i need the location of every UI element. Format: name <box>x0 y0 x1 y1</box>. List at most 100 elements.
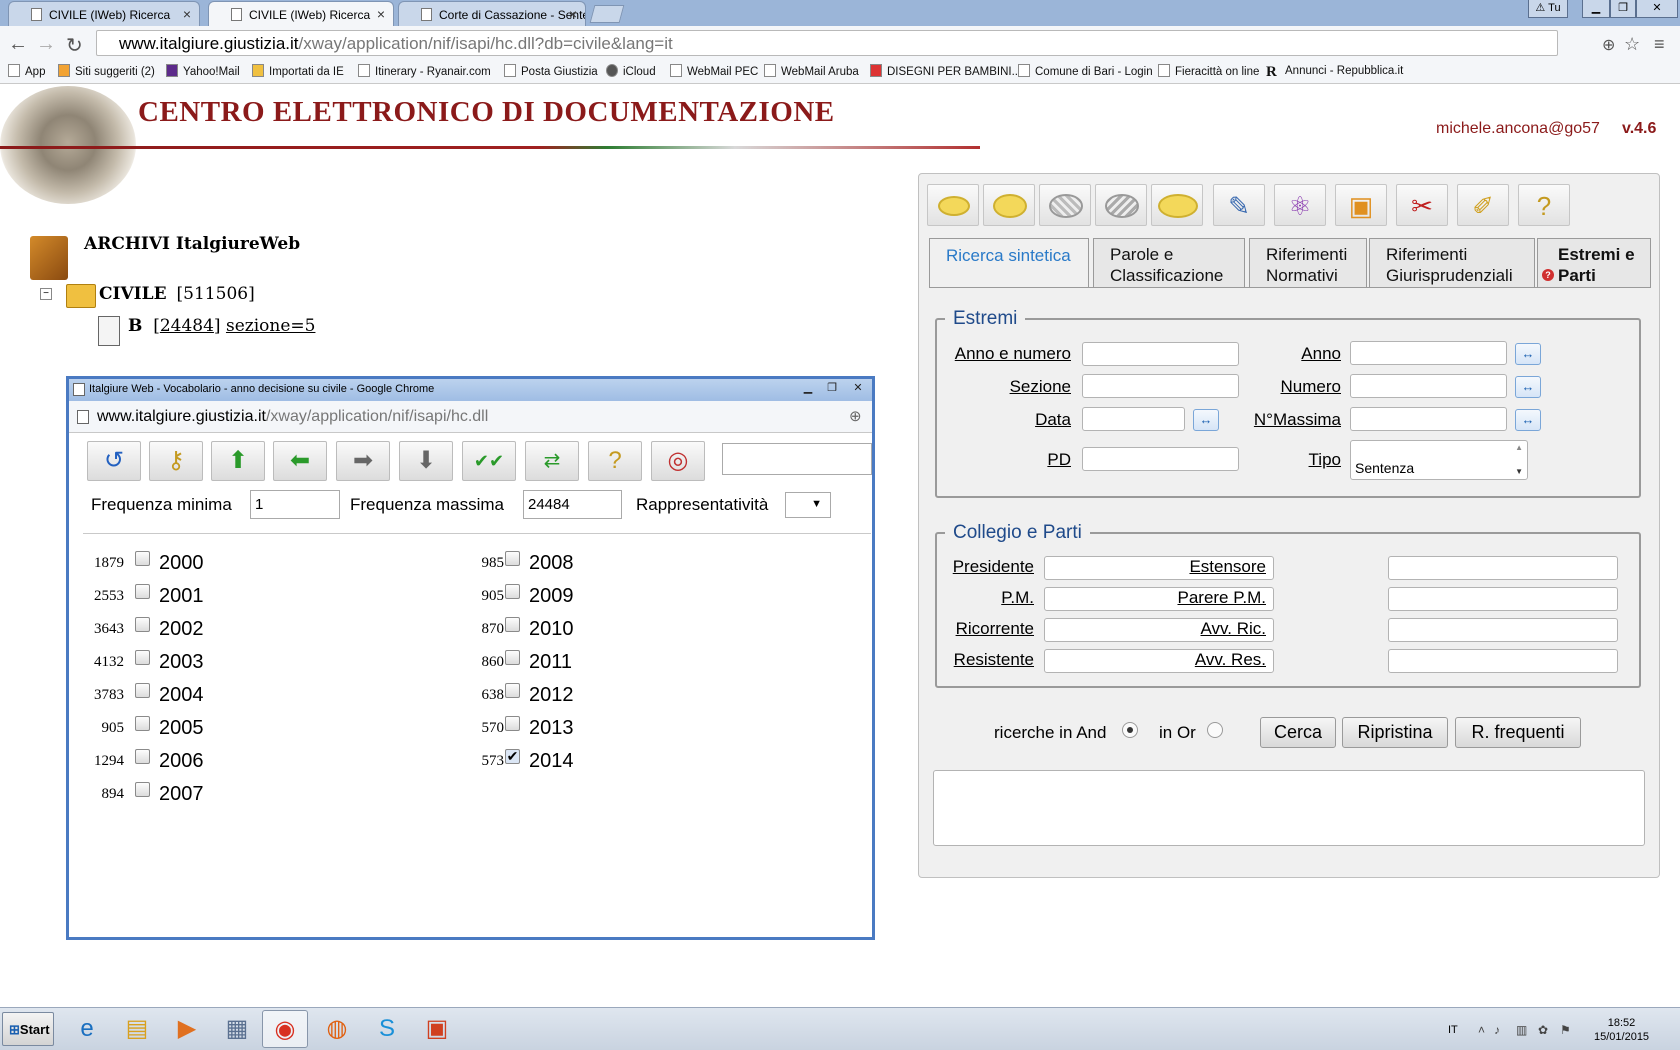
year-checkbox[interactable] <box>505 584 520 599</box>
pencil-ruler-icon[interactable]: ✎ <box>1213 184 1265 226</box>
close-icon[interactable]: × <box>183 6 191 22</box>
double-oval-icon[interactable] <box>1151 184 1203 226</box>
forward-icon[interactable]: → <box>36 33 56 56</box>
avv-ric-label[interactable]: Avv. Ric. <box>1201 619 1267 639</box>
year-label[interactable]: 2004 <box>159 684 204 707</box>
bookmark-repubblica[interactable]: R Annunci - Repubblica.it <box>1266 64 1403 80</box>
year-label[interactable]: 2007 <box>159 783 204 806</box>
frequenti-button[interactable]: R. frequenti <box>1455 717 1581 748</box>
chrome-icon[interactable]: ◉ <box>262 1010 308 1048</box>
tree-node-count-link[interactable]: 24484 <box>160 316 214 336</box>
year-label[interactable]: 2001 <box>159 585 204 608</box>
avv-ric-input[interactable] <box>1388 618 1618 642</box>
close-icon[interactable]: × <box>569 6 577 22</box>
volume-icon[interactable]: ♪ <box>1494 1023 1500 1037</box>
resistente-label[interactable]: Resistente <box>954 650 1034 670</box>
year-checkbox[interactable] <box>135 650 150 665</box>
year-checkbox[interactable] <box>135 716 150 731</box>
popup-address-bar[interactable]: www.italgiure.giustizia.it/xway/applicat… <box>69 401 872 433</box>
minimize-icon[interactable]: ▁ <box>795 381 821 397</box>
tree-node-civile[interactable]: CIVILE [511506] <box>99 284 255 304</box>
swap-icon[interactable]: ⇄ <box>525 441 579 481</box>
calculator-icon[interactable]: ▦ <box>214 1010 260 1048</box>
tipo-listbox[interactable]: Sentenza ▲ ▼ <box>1350 440 1528 480</box>
freq-min-input[interactable]: 1 <box>250 490 340 519</box>
oval-filled-icon[interactable] <box>983 184 1035 226</box>
tab-parole-classificazione[interactable]: Parole e Classificazione <box>1093 238 1245 288</box>
firefox-icon[interactable]: ◍ <box>314 1010 360 1048</box>
box-icon[interactable]: ▣ <box>1335 184 1387 226</box>
year-checkbox[interactable] <box>505 617 520 632</box>
user-icon[interactable]: ⚠ Tu <box>1528 0 1568 18</box>
presidente-label[interactable]: Presidente <box>953 557 1034 577</box>
anno-input[interactable] <box>1350 341 1507 365</box>
ricorrente-label[interactable]: Ricorrente <box>956 619 1034 639</box>
massima-input[interactable] <box>1350 407 1507 431</box>
tree-node-b[interactable]: B [24484] sezione=5 <box>128 316 315 336</box>
arrow-up-icon[interactable]: ⬆ <box>211 441 265 481</box>
data-label[interactable]: Data <box>1035 410 1071 430</box>
arrow-left-icon[interactable]: ⬅ <box>273 441 327 481</box>
estensore-input[interactable] <box>1388 556 1618 580</box>
estensore-label[interactable]: Estensore <box>1189 557 1266 577</box>
oval-icon[interactable] <box>927 184 979 226</box>
cerca-button[interactable]: Cerca <box>1260 717 1336 748</box>
new-tab-button[interactable] <box>589 5 625 23</box>
collapse-icon[interactable]: − <box>40 288 52 300</box>
ripristina-button[interactable]: Ripristina <box>1342 717 1448 748</box>
tab-estremi-parti[interactable]: ? Estremi e Parti <box>1537 238 1651 288</box>
year-label[interactable]: 2008 <box>529 552 574 575</box>
tab-riferimenti-giurisprudenziali[interactable]: Riferimenti Giurisprudenziali <box>1369 238 1535 288</box>
year-label[interactable]: 2006 <box>159 750 204 773</box>
sezione-input[interactable] <box>1082 374 1239 398</box>
rappresentativita-select[interactable]: ▼ <box>785 492 831 518</box>
check-all-icon[interactable]: ✔✔ <box>462 441 516 481</box>
lifebuoy-icon[interactable]: ◎ <box>651 441 705 481</box>
year-checkbox[interactable] <box>135 617 150 632</box>
powerpoint-icon[interactable]: ▣ <box>414 1010 460 1048</box>
arrow-right-icon[interactable]: ➡ <box>336 441 390 481</box>
year-label[interactable]: 2003 <box>159 651 204 674</box>
oval-hatched-icon[interactable] <box>1039 184 1091 226</box>
tab-ricerca-sintetica[interactable]: Ricerca sintetica <box>929 238 1089 288</box>
bookmark-ie[interactable]: Importati da IE <box>252 64 344 78</box>
bookmark-icloud[interactable]: iCloud <box>606 64 656 78</box>
range-arrows-icon[interactable]: ↔ <box>1515 376 1541 398</box>
and-radio[interactable] <box>1122 722 1138 738</box>
url-input[interactable]: www.italgiure.giustizia.it/xway/applicat… <box>96 30 1558 56</box>
range-arrows-icon[interactable]: ↔ <box>1515 343 1541 365</box>
flag-icon[interactable]: ⚑ <box>1560 1023 1571 1037</box>
year-label[interactable]: 2002 <box>159 618 204 641</box>
bookmark-bari[interactable]: Comune di Bari - Login <box>1018 64 1153 78</box>
browser-tab-2[interactable]: CIVILE (IWeb) Ricerca × <box>208 1 394 27</box>
skype-icon[interactable]: S <box>364 1010 410 1048</box>
oval-striped-icon[interactable] <box>1095 184 1147 226</box>
bookmark-aruba[interactable]: WebMail Aruba <box>764 64 859 78</box>
parere-pm-label[interactable]: Parere P.M. <box>1177 588 1266 608</box>
tree-node-filter-link[interactable]: sezione=5 <box>226 316 315 336</box>
avv-res-input[interactable] <box>1388 649 1618 673</box>
freq-max-input[interactable]: 24484 <box>523 490 622 519</box>
eraser-icon[interactable]: ✐ <box>1457 184 1509 226</box>
year-checkbox[interactable] <box>505 650 520 665</box>
maximize-icon[interactable]: ❐ <box>819 381 845 397</box>
year-label[interactable]: 2014 <box>529 750 574 773</box>
zoom-icon[interactable]: ⊕ <box>1602 35 1615 55</box>
scroll-up-icon[interactable]: ▲ <box>1515 443 1523 452</box>
bookmark-siti[interactable]: Siti suggeriti (2) <box>58 64 155 78</box>
numero-input[interactable] <box>1350 374 1507 398</box>
ie-icon[interactable]: e <box>64 1010 110 1048</box>
language-indicator[interactable]: IT <box>1448 1024 1458 1036</box>
anno-label[interactable]: Anno <box>1301 344 1341 364</box>
help-icon[interactable]: ? <box>588 441 642 481</box>
explorer-folder-icon[interactable]: ▤ <box>114 1010 160 1048</box>
minimize-icon[interactable]: ▁ <box>1582 0 1610 18</box>
tab-riferimenti-normativi[interactable]: Riferimenti Normativi <box>1249 238 1367 288</box>
range-arrows-icon[interactable]: ↔ <box>1193 409 1219 431</box>
data-input[interactable] <box>1082 407 1185 431</box>
network-icon[interactable]: ▥ <box>1516 1023 1527 1037</box>
browser-tab-1[interactable]: CIVILE (IWeb) Ricerca × <box>8 1 200 26</box>
pd-label[interactable]: PD <box>1047 450 1071 470</box>
close-icon[interactable]: × <box>377 6 385 22</box>
year-label[interactable]: 2012 <box>529 684 574 707</box>
